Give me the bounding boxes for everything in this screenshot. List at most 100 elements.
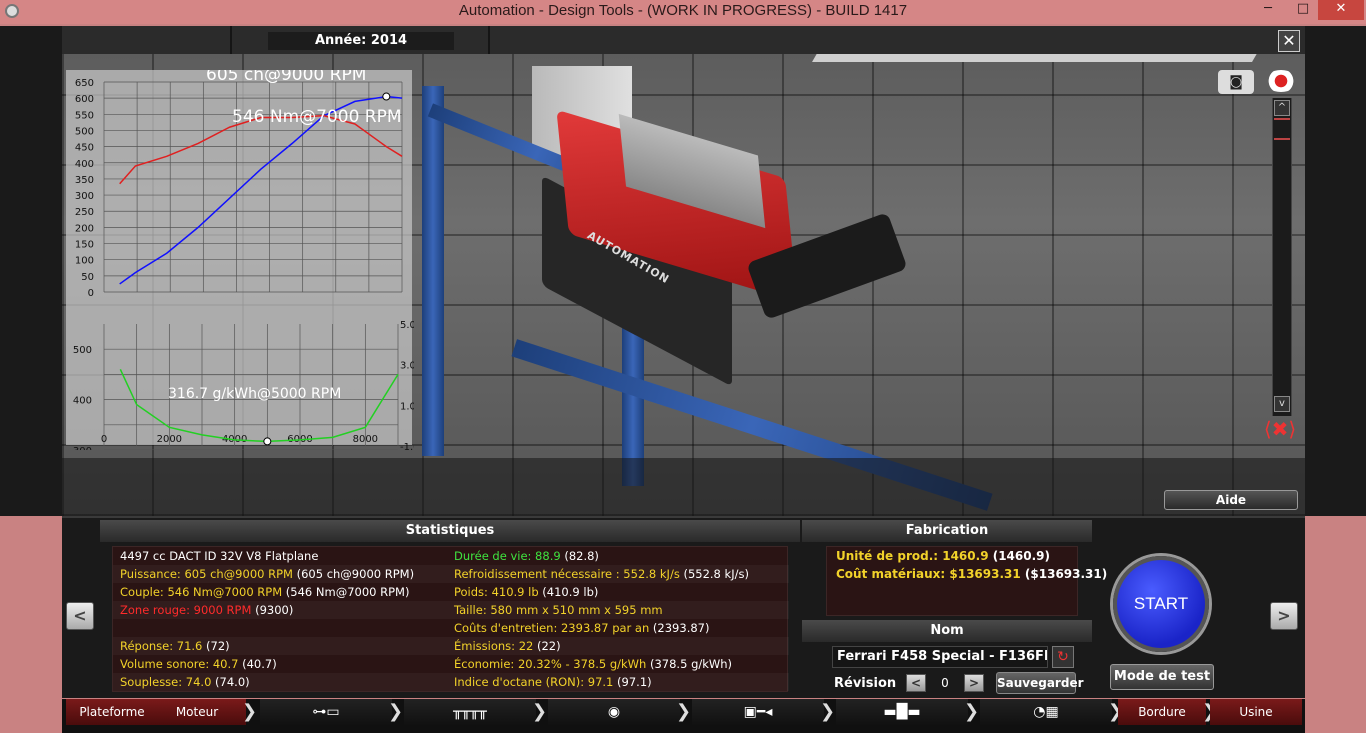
stat-value: (40.7) bbox=[238, 657, 277, 671]
turbo-icon[interactable]: ◉ bbox=[548, 699, 680, 725]
stat-left-3: Zone rouge: 9000 RPM (9300) bbox=[120, 601, 293, 619]
material-cost-value: ($13693.31) bbox=[1020, 567, 1108, 581]
y-tick-label: 50 bbox=[81, 272, 94, 283]
close-viewport-button[interactable]: ✕ bbox=[1278, 30, 1300, 52]
nav-tab-0[interactable]: Plateforme bbox=[66, 699, 158, 725]
stat-label: Couple: 546 Nm@7000 RPM bbox=[120, 585, 283, 599]
crankshaft-icon[interactable]: ⊶▭ bbox=[260, 699, 392, 725]
chevron-right-icon: ❯ bbox=[532, 701, 548, 722]
y-tick-label: 300 bbox=[75, 191, 94, 202]
chart-peak-marker bbox=[382, 92, 391, 101]
stat-value: (72) bbox=[202, 639, 230, 653]
stat-value: (2393.87) bbox=[649, 621, 710, 635]
stat-value: (410.9 lb) bbox=[538, 585, 599, 599]
stat-value: (605 ch@9000 RPM) bbox=[292, 567, 415, 581]
stat-label: Émissions: 22 bbox=[454, 639, 534, 653]
chevron-right-icon: ❯ bbox=[676, 701, 692, 722]
stat-label: Durée de vie: 88.9 bbox=[454, 549, 561, 563]
stat-value: (9300) bbox=[251, 603, 294, 617]
stat-left-1: Puissance: 605 ch@9000 RPM (605 ch@9000 … bbox=[120, 565, 414, 583]
help-button[interactable]: Aide bbox=[1164, 490, 1298, 510]
material-cost-label: Coût matériaux: $13693.31 bbox=[836, 567, 1021, 581]
stat-label: Économie: 20.32% - 378.5 g/kWh bbox=[454, 657, 647, 671]
move-icon[interactable]: ⟨✖⟩ bbox=[1260, 418, 1300, 442]
nav-tab-9[interactable]: Usine bbox=[1210, 699, 1302, 725]
production-units-label: Unité de prod.: 1460.9 bbox=[836, 549, 989, 563]
chart-annotation: 316.7 g/kWh@5000 RPM bbox=[168, 386, 341, 402]
stat-label: Refroidissement nécessaire : 552.8 kJ/s bbox=[454, 567, 680, 581]
window-titlebar: Automation - Design Tools - (WORK IN PRO… bbox=[0, 0, 1366, 24]
gauge-icon[interactable]: ◔▦ bbox=[980, 699, 1112, 725]
fabrication-panel: Unité de prod.: 1460.9 (1460.9) Coût mat… bbox=[826, 546, 1107, 616]
chevron-right-icon: ❯ bbox=[964, 701, 980, 722]
refresh-icon[interactable]: ↻ bbox=[1052, 646, 1074, 668]
y-tick-label: 400 bbox=[73, 396, 92, 407]
save-button[interactable]: Sauvegarder bbox=[996, 672, 1084, 694]
stat-label: Réponse: 71.6 bbox=[120, 639, 203, 653]
topbar-divider bbox=[488, 26, 490, 54]
revision-label: Révision bbox=[834, 676, 897, 691]
stat-left-0: 4497 cc DACT ID 32V V8 Flatplane bbox=[120, 547, 318, 565]
y-tick-label: 0 bbox=[88, 288, 94, 299]
material-cost-row: Coût matériaux: $13693.31 ($13693.31) bbox=[836, 567, 1107, 581]
name-header: Nom bbox=[802, 620, 1092, 642]
y-tick-label: 100 bbox=[75, 256, 94, 267]
topbar-divider bbox=[230, 26, 232, 54]
nav-tab-8[interactable]: Bordure bbox=[1118, 699, 1206, 725]
fabrication-header: Fabrication bbox=[802, 520, 1092, 542]
x-tick-label: 8000 bbox=[353, 434, 378, 445]
y-tick-label: 400 bbox=[75, 159, 94, 170]
start-button[interactable]: START bbox=[1113, 556, 1209, 652]
y-tick-label: 550 bbox=[75, 110, 94, 121]
stat-right-0: Durée de vie: 88.9 (82.8) bbox=[454, 547, 599, 565]
stat-value: (22) bbox=[533, 639, 561, 653]
next-page-button[interactable]: > bbox=[1270, 602, 1298, 630]
scroll-down-button[interactable]: v bbox=[1274, 396, 1290, 412]
x-tick-label: 0 bbox=[101, 434, 107, 445]
minimize-button[interactable]: ─ bbox=[1255, 0, 1281, 20]
stat-label: Taille: 580 mm x 510 mm x 595 mm bbox=[454, 603, 663, 617]
eye-icon[interactable] bbox=[1264, 70, 1298, 92]
stat-value: (552.8 kJ/s) bbox=[679, 567, 749, 581]
revision-value: 0 bbox=[941, 676, 949, 690]
engine-curves-chart: 0 50 100 150 200 250 300 350 400 450 500 550 600 650 6… bbox=[66, 70, 414, 450]
exhaust-icon[interactable]: ▬█▬ bbox=[836, 699, 968, 725]
revision-prev-button[interactable]: < bbox=[906, 674, 926, 692]
revision-next-button[interactable]: > bbox=[964, 674, 984, 692]
x-tick-label: 2000 bbox=[157, 434, 182, 445]
stat-label: 4497 cc DACT ID 32V V8 Flatplane bbox=[120, 549, 319, 563]
bottom-left-frame bbox=[0, 516, 62, 733]
fuel-injector-icon[interactable]: ▣━◂ bbox=[692, 699, 824, 725]
bottom-right-frame bbox=[1305, 516, 1366, 733]
engine-viewport[interactable]: AUTOMATION Année: 2014 ✕ 0 50 100 150 200 250… bbox=[62, 26, 1305, 516]
production-units-value: (1460.9) bbox=[988, 549, 1050, 563]
test-mode-button[interactable]: Mode de test bbox=[1110, 664, 1214, 690]
nav-tab-1[interactable]: Moteur bbox=[148, 699, 246, 725]
stat-left-5: Réponse: 71.6 (72) bbox=[120, 637, 230, 655]
stat-left-6: Volume sonore: 40.7 (40.7) bbox=[120, 655, 277, 673]
maximize-button[interactable]: □ bbox=[1290, 0, 1316, 20]
workbench bbox=[747, 54, 1257, 174]
stat-right-2: Poids: 410.9 lb (410.9 lb) bbox=[454, 583, 598, 601]
stat-label: Zone rouge: 9000 RPM bbox=[120, 603, 252, 617]
zoom-scrollbar[interactable]: ^ v bbox=[1272, 98, 1292, 416]
camera-icon[interactable]: ◙ bbox=[1218, 70, 1254, 94]
chart-annotation: 546 Nm@7000 RPM bbox=[232, 107, 402, 127]
stat-right-4: Coûts d'entretien: 2393.87 par an (2393.… bbox=[454, 619, 709, 637]
y-tick-label: 250 bbox=[75, 207, 94, 218]
engine-name-input[interactable]: Ferrari F458 Special - F136FL bbox=[832, 646, 1048, 668]
stat-label: Volume sonore: 40.7 bbox=[120, 657, 239, 671]
window-title: Automation - Design Tools - (WORK IN PRO… bbox=[458, 2, 908, 19]
scroll-thumb[interactable] bbox=[1274, 118, 1290, 140]
floor-shade bbox=[62, 458, 1305, 516]
y-tick-label: 450 bbox=[75, 143, 94, 154]
stat-value: (378.5 g/kWh) bbox=[646, 657, 733, 671]
y-tick-label: 650 bbox=[75, 78, 94, 89]
y2-tick-label: -1.0 bbox=[400, 442, 414, 450]
y-tick-label: 600 bbox=[75, 94, 94, 105]
scroll-up-button[interactable]: ^ bbox=[1274, 100, 1290, 116]
previous-page-button[interactable]: < bbox=[66, 602, 94, 630]
pistons-icon[interactable]: ╥╥╥╥ bbox=[404, 699, 536, 725]
stat-right-3: Taille: 580 mm x 510 mm x 595 mm bbox=[454, 601, 663, 619]
close-window-button[interactable]: ✕ bbox=[1318, 0, 1364, 20]
